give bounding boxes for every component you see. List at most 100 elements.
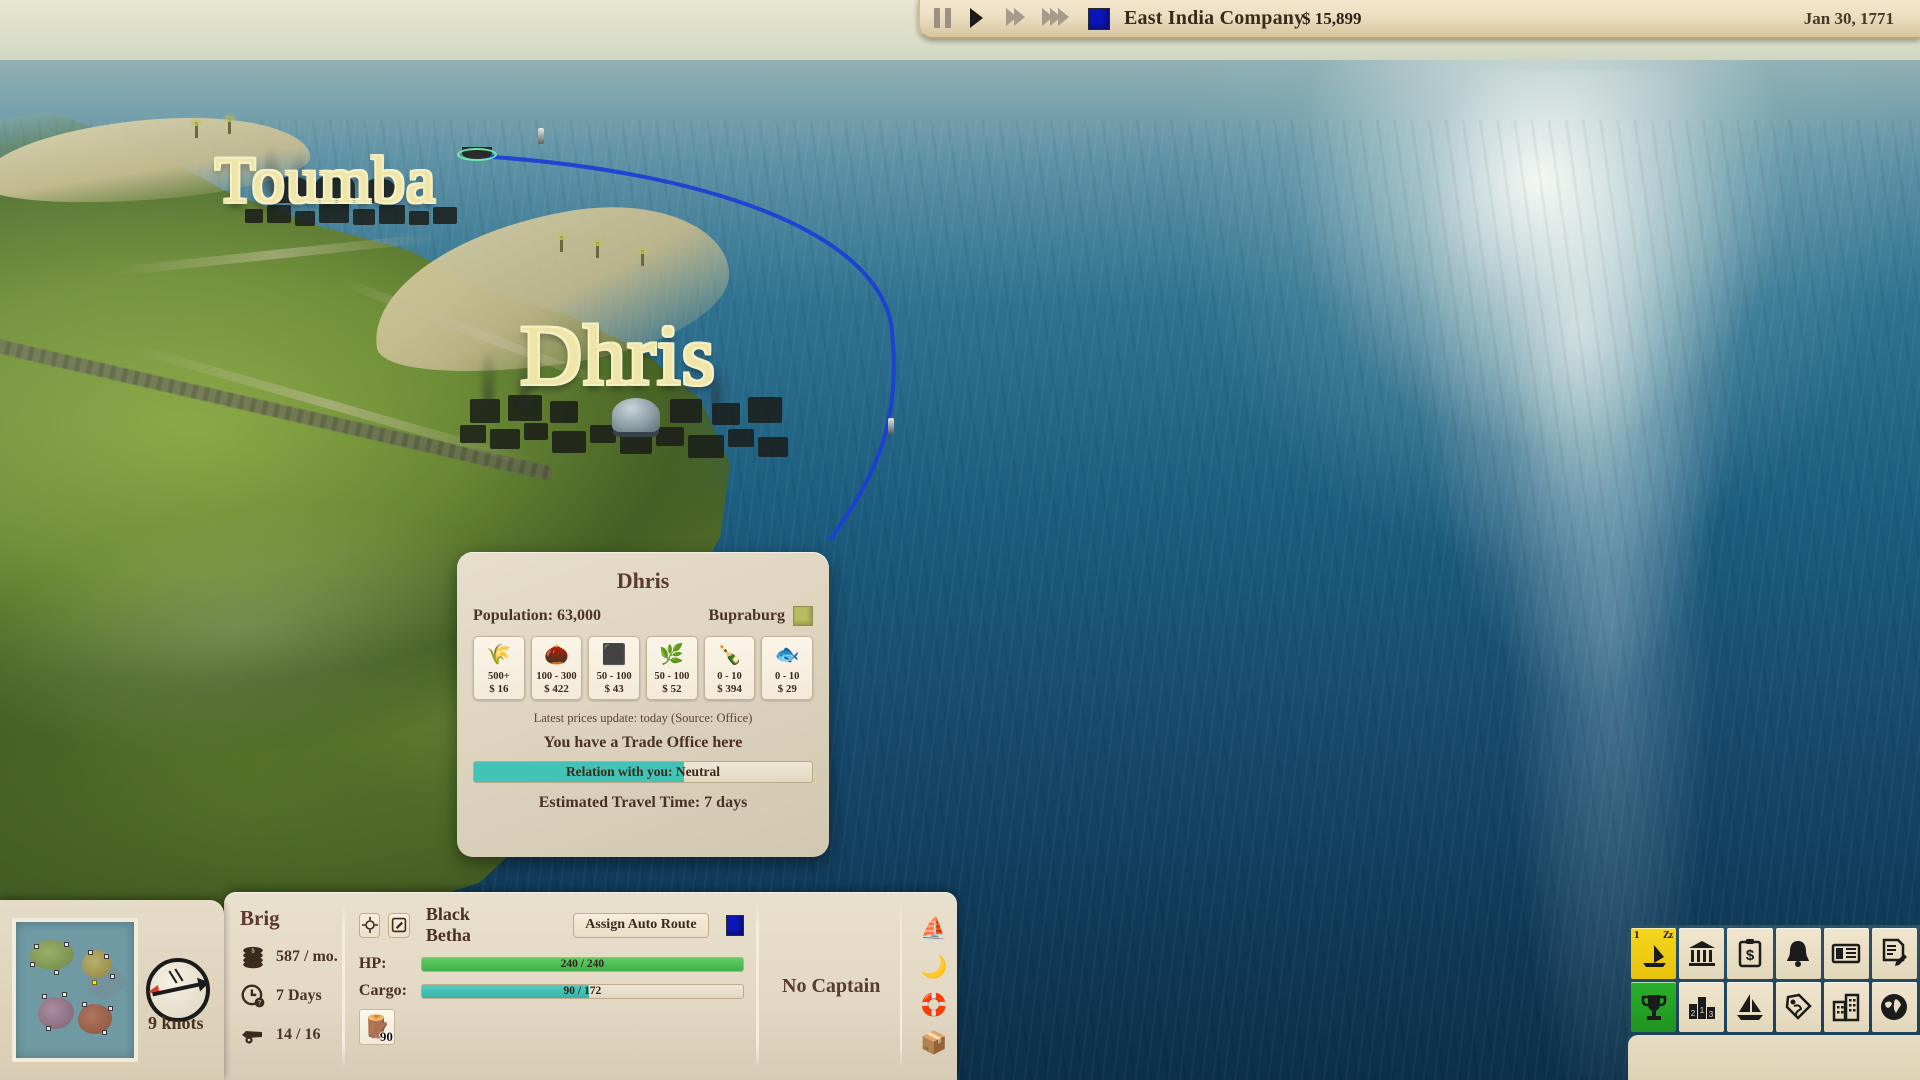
sleeping-ship-icon [1639,938,1669,968]
city-title: Dhris [473,568,813,594]
good-price: $ 16 [489,683,508,695]
contracts-button[interactable] [1872,928,1917,979]
route-flag-icon[interactable] [726,915,744,936]
good-rum-bottle[interactable]: 🍾0 - 10$ 394 [704,636,756,700]
idle-ship-count: 1 [1634,929,1640,941]
idle-ships-button[interactable]: 1Zz [1631,928,1676,979]
minimap-port-pin [42,994,47,999]
relation-bar: Relation with you: Neutral [473,761,813,783]
fleet-button[interactable] [1727,982,1772,1033]
good-quantity: 500+ [488,671,510,682]
sails-icon[interactable]: ⛵ [920,918,947,940]
minimap-port-pin [34,944,39,949]
map-label-dhris[interactable]: Dhris [520,305,716,405]
minimap-player-pin [92,980,97,985]
assign-auto-route-button[interactable]: Assign Auto Route [573,913,709,938]
fast-forward-button[interactable] [1006,8,1028,30]
ship-type: Brig [240,906,338,931]
globe-icon [1879,992,1909,1022]
prices-update-note: Latest prices update: today (Source: Off… [473,711,813,726]
good-quantity: 0 - 10 [717,671,742,682]
money-amount: $ 15,899 [1302,9,1362,29]
rum-bottle-icon: 🍾 [717,640,742,670]
good-quantity: 100 - 300 [536,671,576,682]
price-tag-icon [1783,992,1813,1022]
rename-ship-button[interactable] [388,913,409,938]
good-quantity: 50 - 100 [597,671,632,682]
svg-text:1: 1 [1700,1006,1705,1015]
good-sugar-cane[interactable]: 🌿50 - 100$ 52 [646,636,698,700]
minimap-port-pin [88,950,93,955]
company-name: East India Company [1124,7,1304,30]
goods-list: 🌾500+$ 16🌰100 - 300$ 422⬛50 - 100$ 43🌿50… [473,636,813,700]
city-region-name: Bupraburg [709,607,785,625]
news-button[interactable] [1824,928,1869,979]
good-coal[interactable]: ⬛50 - 100$ 43 [588,636,640,700]
trade-office-status: You have a Trade Office here [473,734,813,752]
divider [756,904,759,1068]
good-fish[interactable]: 🐟0 - 10$ 29 [761,636,813,700]
hp-label: HP: [359,955,421,973]
play-icon [970,8,983,28]
city-info-panel[interactable]: Dhris Population: 63,000 Bupraburg 🌾500+… [457,552,829,857]
minimap-island-purple [38,997,74,1029]
play-button[interactable] [970,8,992,30]
crates-icon[interactable]: 📦 [920,1032,947,1054]
newspaper-icon [1831,938,1861,968]
hull-icon[interactable]: 🌙 [920,956,947,978]
pause-icon [934,8,956,28]
bottom-right-strip [1628,1035,1920,1080]
good-quantity: 50 - 100 [654,671,689,682]
coins-icon: $ [240,944,266,970]
minimap-port-pin [82,1002,87,1007]
bell-icon [1783,938,1813,968]
crosshair-icon [362,917,378,933]
trophy-icon [1639,992,1669,1022]
buildings-button[interactable] [1824,982,1869,1033]
shipwreck-icon[interactable]: 🛟 [920,994,947,1016]
good-price: $ 422 [544,683,569,695]
cargo-slot-wood[interactable]: 🪵 90 [359,1009,395,1045]
ship-upgrade-icons: ⛵ 🌙 🛟 📦 [910,892,957,1080]
rankings-button[interactable]: 123 [1679,982,1724,1033]
minimap[interactable] [12,918,138,1062]
achievements-button[interactable] [1631,982,1676,1033]
good-opium-poppy[interactable]: 🌰100 - 300$ 422 [531,636,583,700]
ship-travel-days: 7 Days [276,987,322,1005]
svg-text:?: ? [258,1000,262,1007]
clipboard-money-icon: $ [1735,938,1765,968]
fish-icon: 🐟 [775,640,800,670]
finance-report-button[interactable]: $ [1727,928,1772,979]
good-wheat[interactable]: 🌾500+$ 16 [473,636,525,700]
ship-info-panel[interactable]: Brig $ 587 / mo. ? 7 Days 14 / 16 [224,892,957,1080]
minimap-port-pin [102,1030,107,1035]
minimap-port-pin [104,954,109,959]
ultra-fast-forward-button[interactable] [1042,8,1074,30]
center-camera-button[interactable] [359,913,380,938]
ship-marker[interactable] [538,128,544,144]
good-price: $ 43 [605,683,624,695]
game-date: Jan 30, 1771 [1804,9,1894,29]
map-label-toumba[interactable]: Toumba [215,143,436,219]
ship-marker[interactable] [888,418,894,434]
minimap-port-pin [46,1026,51,1031]
cargo-count: 90 [380,1029,393,1045]
hp-meter: 240 / 240 [421,957,744,972]
minimap-panel: 9 knots [0,900,224,1080]
ship-name: Black Betha [426,904,505,946]
clock-icon: ? [240,983,266,1009]
main-toolbar: 1Zz $123 [1628,925,1920,1035]
sugar-cane-icon: 🌿 [659,640,684,670]
notifications-button[interactable] [1776,928,1821,979]
minimap-port-pin [108,1006,113,1011]
captain-status: No Captain [782,975,880,998]
buildings-icon [1831,992,1861,1022]
prices-button[interactable] [1776,982,1821,1033]
world-map-button[interactable] [1872,982,1917,1033]
selected-ship[interactable] [462,147,492,159]
good-price: $ 29 [778,683,797,695]
pause-button[interactable] [934,8,956,30]
bank-button[interactable] [1679,928,1724,979]
captain-slot[interactable]: No Captain [767,892,896,1080]
ship-stats: Brig $ 587 / mo. ? 7 Days 14 / 16 [224,892,338,1080]
